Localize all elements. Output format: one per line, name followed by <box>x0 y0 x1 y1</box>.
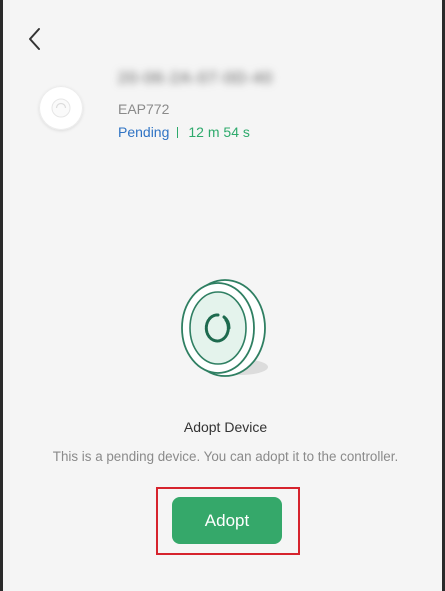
adopt-description: This is a pending device. You can adopt … <box>52 449 399 464</box>
device-model: EAP772 <box>118 101 170 117</box>
device-avatar <box>39 86 83 130</box>
device-status-row: Pending 12 m 54 s <box>118 124 250 140</box>
adopt-button[interactable]: Adopt <box>172 497 282 544</box>
access-point-icon <box>51 98 71 118</box>
status-timer: 12 m 54 s <box>188 124 250 140</box>
back-button[interactable] <box>21 25 49 53</box>
adopt-title: Adopt Device <box>183 419 268 435</box>
device-detail-screen: 20-06-2A-07-0D-40 EAP772 Pending 12 m 54… <box>0 0 445 591</box>
chevron-left-icon <box>29 28 40 50</box>
access-point-illustration <box>181 279 268 377</box>
device-name: 20-06-2A-07-0D-40 <box>118 70 273 87</box>
status-text: Pending <box>118 124 170 140</box>
status-divider <box>177 126 179 138</box>
